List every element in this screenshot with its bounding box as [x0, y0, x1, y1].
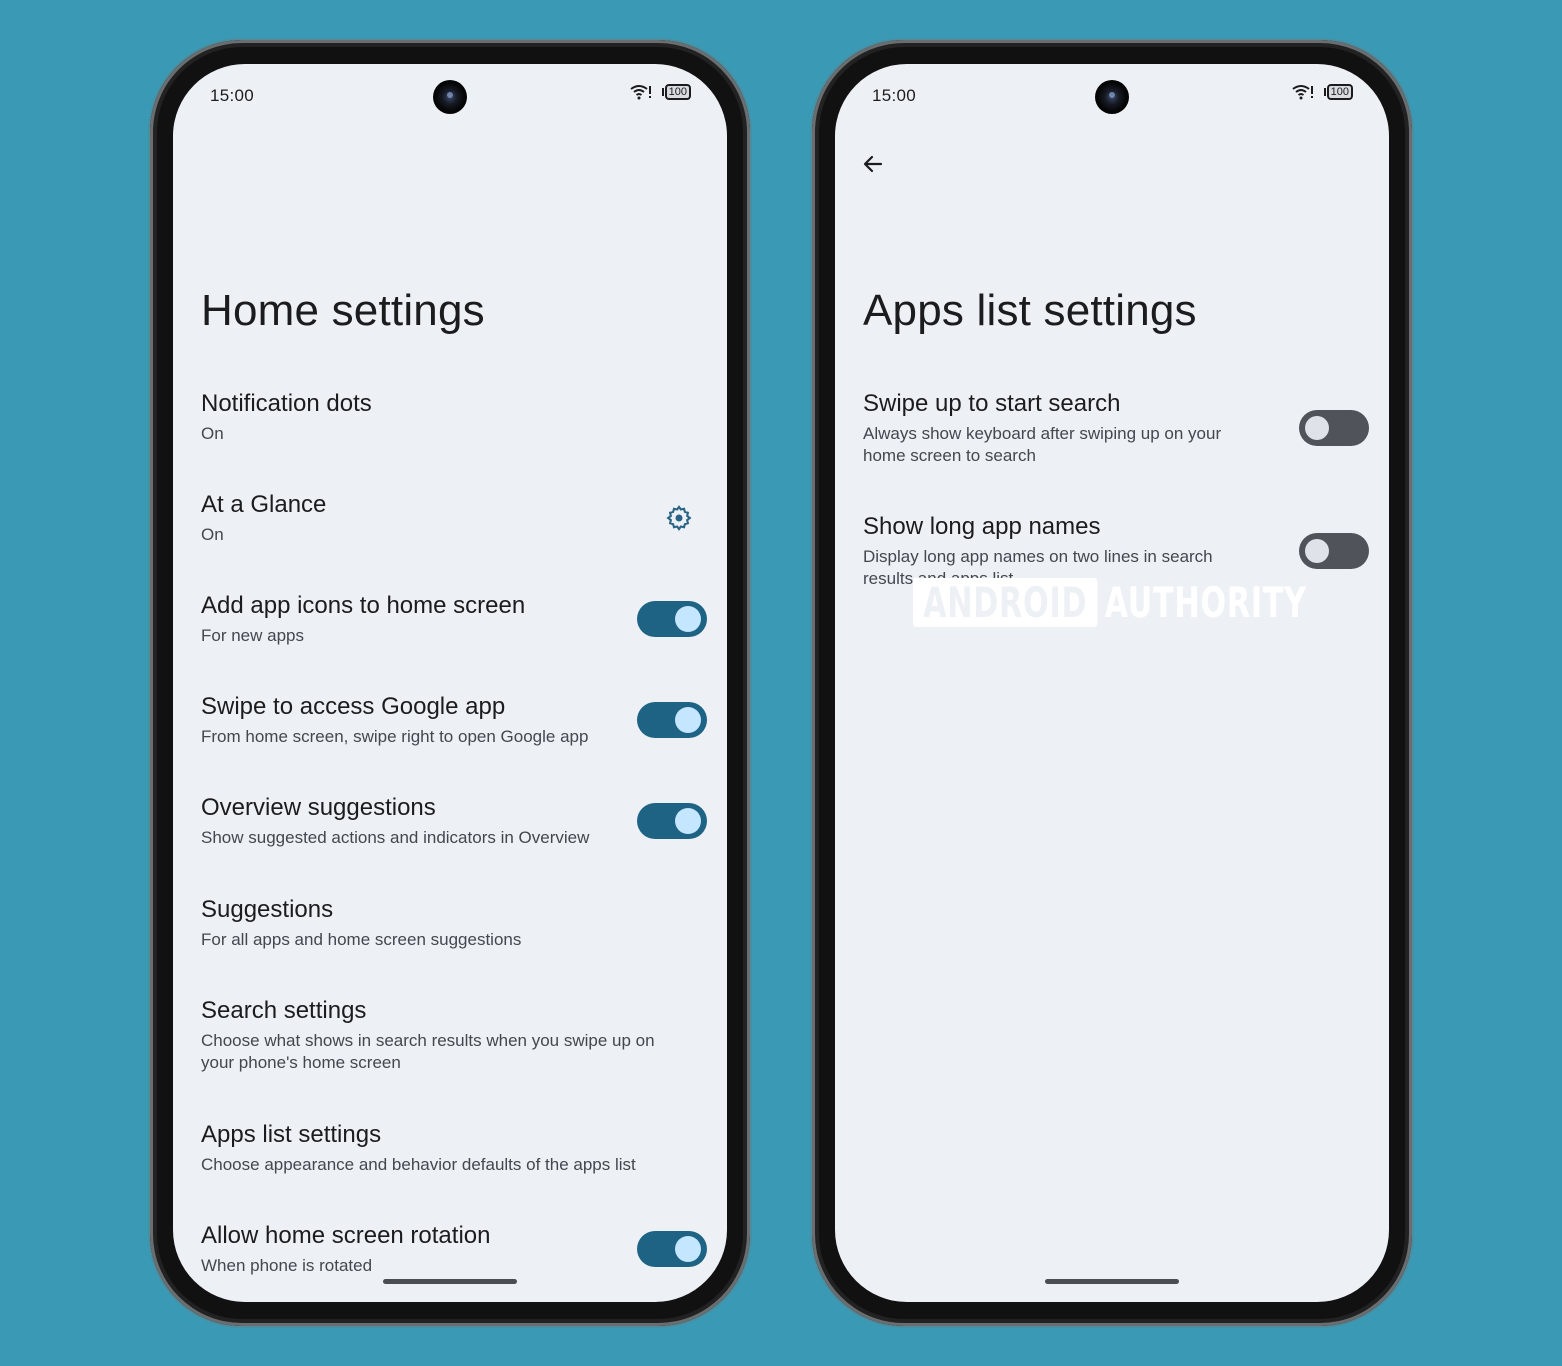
phone-frame-left: 15:00 100 Home settings Notification dot… — [150, 40, 750, 1326]
toggle-thumb — [675, 1236, 701, 1262]
setting-summary: Choose what shows in search results when… — [201, 1031, 655, 1072]
setting-summary: When phone is rotated — [201, 1256, 373, 1275]
page-title: Apps list settings — [863, 286, 1197, 335]
setting-swipe-google-app[interactable]: Swipe to access Google app From home scr… — [201, 692, 707, 748]
home-gesture-bar[interactable] — [1045, 1279, 1179, 1284]
setting-title: Swipe to access Google app — [201, 693, 506, 720]
back-button[interactable] — [855, 148, 891, 184]
setting-apps-list-settings[interactable]: Apps list settings Choose appearance and… — [201, 1120, 707, 1176]
setting-title: Search settings — [201, 997, 367, 1024]
setting-summary: From home screen, swipe right to open Go… — [201, 727, 589, 746]
gear-icon[interactable] — [661, 500, 697, 536]
battery-level: 100 — [664, 84, 691, 100]
toggle-thumb — [675, 606, 701, 632]
status-bar: 15:00 100 — [835, 64, 1389, 126]
setting-summary: Show suggested actions and indicators in… — [201, 828, 590, 847]
overview-suggestions-toggle[interactable] — [637, 803, 707, 839]
setting-title: Apps list settings — [201, 1121, 382, 1148]
setting-swipe-up-search[interactable]: Swipe up to start search Always show key… — [863, 389, 1369, 467]
setting-at-a-glance[interactable]: At a Glance On — [201, 490, 707, 546]
status-time: 15:00 — [210, 86, 255, 105]
setting-home-screen-rotation[interactable]: Allow home screen rotation When phone is… — [201, 1221, 707, 1277]
setting-add-app-icons[interactable]: Add app icons to home screen For new app… — [201, 591, 707, 647]
front-camera — [1095, 80, 1129, 114]
status-time: 15:00 — [872, 86, 917, 105]
setting-summary: On — [201, 525, 224, 544]
battery-icon: 100 — [1323, 84, 1353, 100]
swipe-google-app-toggle[interactable] — [637, 702, 707, 738]
setting-title: Overview suggestions — [201, 794, 436, 821]
long-app-names-toggle[interactable] — [1299, 533, 1369, 569]
setting-title: Show long app names — [863, 513, 1101, 540]
home-screen-rotation-toggle[interactable] — [637, 1231, 707, 1267]
toggle-thumb — [1305, 539, 1329, 563]
watermark-logo: ANDROID AUTHORITY — [913, 578, 1307, 627]
page-title: Home settings — [201, 286, 485, 335]
phone-frame-right: 15:00 100 Apps list settings Swipe up to… — [812, 40, 1412, 1326]
setting-summary: On — [201, 424, 224, 443]
watermark-part1: ANDROID — [913, 578, 1098, 627]
setting-title: Notification dots — [201, 390, 372, 417]
arrow-back-icon — [861, 152, 885, 181]
setting-overview-suggestions[interactable]: Overview suggestions Show suggested acti… — [201, 793, 707, 849]
toggle-thumb — [675, 808, 701, 834]
status-bar: 15:00 100 — [173, 64, 727, 126]
apps-list-settings-screen: 15:00 100 Apps list settings Swipe up to… — [835, 64, 1389, 1302]
toggle-thumb — [675, 707, 701, 733]
setting-summary: Always show keyboard after swiping up on… — [863, 424, 1222, 465]
battery-level: 100 — [1326, 84, 1353, 100]
watermark-part2: AUTHORITY — [1104, 578, 1307, 627]
setting-summary: For all apps and home screen suggestions — [201, 930, 522, 949]
toggle-thumb — [1305, 416, 1329, 440]
home-gesture-bar[interactable] — [383, 1279, 517, 1284]
wifi-alert-icon — [1292, 84, 1314, 100]
setting-title: At a Glance — [201, 491, 327, 518]
setting-summary: Choose appearance and behavior defaults … — [201, 1155, 636, 1174]
battery-icon: 100 — [661, 84, 691, 100]
setting-title: Add app icons to home screen — [201, 592, 526, 619]
front-camera — [433, 80, 467, 114]
setting-search-settings[interactable]: Search settings Choose what shows in sea… — [201, 996, 687, 1074]
setting-notification-dots[interactable]: Notification dots On — [201, 389, 707, 445]
add-app-icons-toggle[interactable] — [637, 601, 707, 637]
setting-title: Allow home screen rotation — [201, 1222, 491, 1249]
swipe-up-search-toggle[interactable] — [1299, 410, 1369, 446]
setting-summary: For new apps — [201, 626, 304, 645]
setting-title: Swipe up to start search — [863, 390, 1121, 417]
setting-title: Suggestions — [201, 896, 334, 923]
wifi-alert-icon — [630, 84, 652, 100]
home-settings-screen: 15:00 100 Home settings Notification dot… — [173, 64, 727, 1302]
setting-suggestions[interactable]: Suggestions For all apps and home screen… — [201, 895, 707, 951]
